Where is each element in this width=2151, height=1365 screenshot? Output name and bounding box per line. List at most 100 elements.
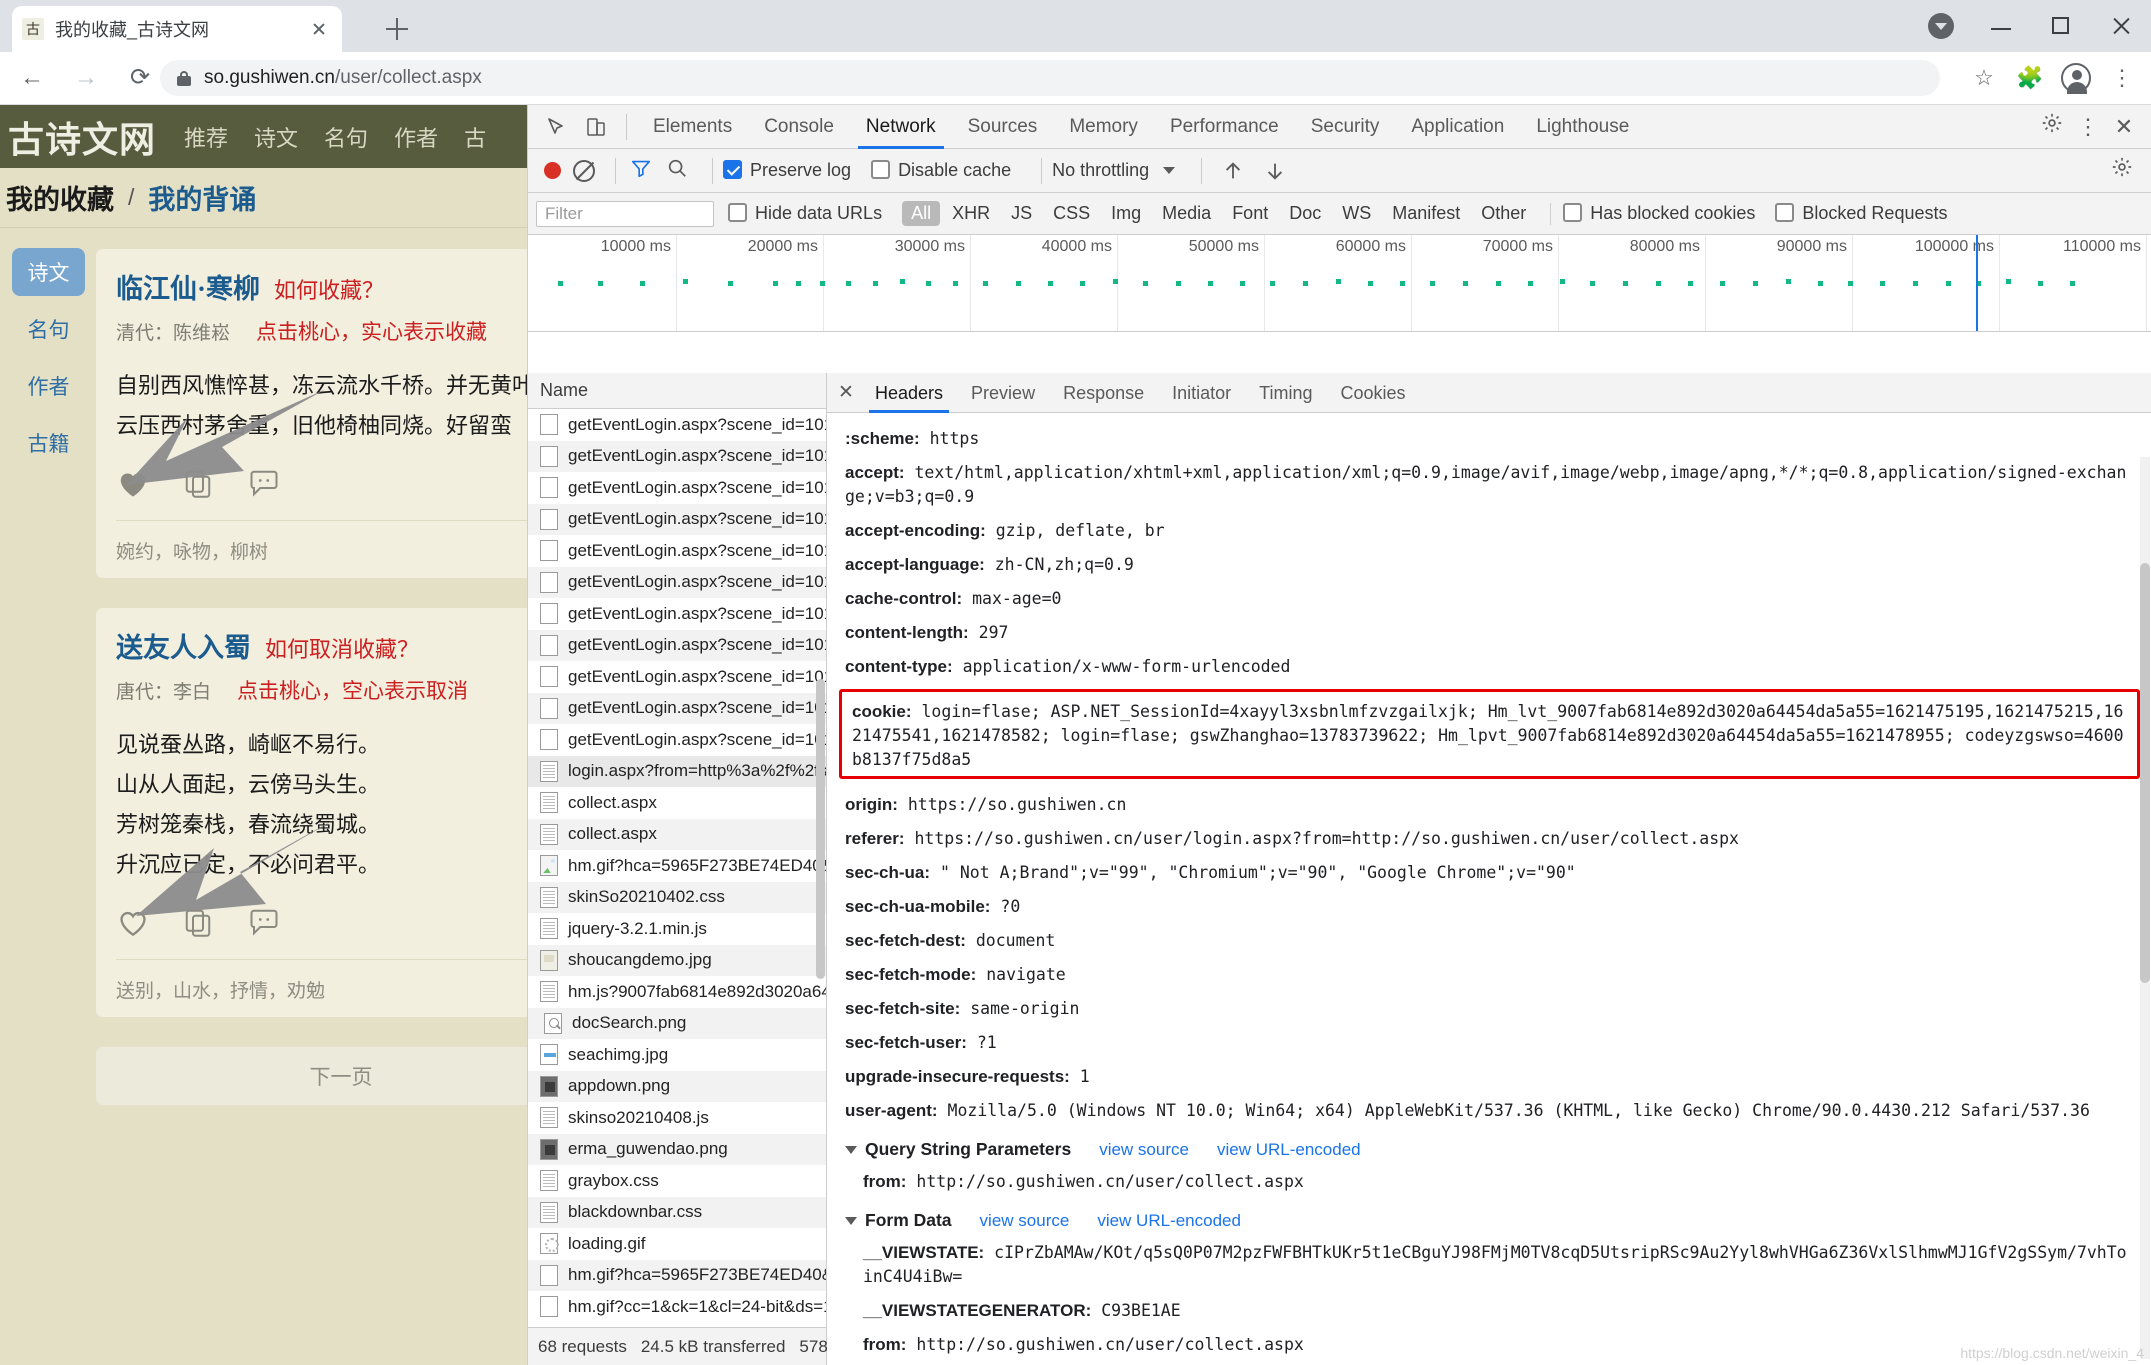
request-row[interactable]: getEventLogin.aspx?scene_id=101207771 [528, 503, 826, 535]
record-button[interactable] [544, 162, 561, 179]
query-string-section-title[interactable]: Query String Parameters view source view… [845, 1139, 2134, 1160]
back-icon[interactable]: ← [10, 56, 54, 100]
has-blocked-cookies-checkbox[interactable] [1563, 203, 1583, 222]
request-list-header[interactable]: Name [528, 373, 826, 409]
device-toolbar-icon[interactable] [579, 110, 613, 144]
request-row[interactable]: login.aspx?from=http%3a%2f%2fso.gushiw [528, 755, 826, 787]
request-row[interactable]: getEventLogin.aspx?scene_id=101207771 [528, 661, 826, 693]
sidebar-item-mingju[interactable]: 名句 [12, 305, 85, 353]
detail-tab-initiator[interactable]: Initiator [1158, 373, 1245, 413]
breadcrumb-link-recitation[interactable]: 我的背诵 [148, 178, 256, 217]
triangle-down-icon[interactable] [845, 1216, 857, 1225]
preserve-log-toggle[interactable]: Preserve log [723, 160, 851, 181]
new-tab-button[interactable] [380, 12, 414, 46]
request-row[interactable]: loading.gif [528, 1228, 826, 1260]
tab-memory[interactable]: Memory [1053, 105, 1154, 149]
hide-data-urls-toggle[interactable]: Hide data URLs [728, 203, 882, 224]
request-row[interactable]: getEventLogin.aspx?scene_id=101207771 [528, 535, 826, 567]
filter-type-doc[interactable]: Doc [1280, 201, 1330, 226]
triangle-down-icon[interactable] [845, 1145, 857, 1154]
kebab-menu-icon[interactable]: ⋮ [2099, 56, 2145, 100]
filter-type-font[interactable]: Font [1223, 201, 1277, 226]
site-nav-item-2[interactable]: 名句 [324, 121, 368, 153]
filter-type-manifest[interactable]: Manifest [1383, 201, 1469, 226]
form-data-section-title[interactable]: Form Data view source view URL-encoded [845, 1210, 2134, 1231]
reload-icon[interactable]: ⟳ [118, 56, 162, 100]
disable-cache-checkbox[interactable] [871, 160, 891, 179]
request-row[interactable]: hm.gif?cc=1&ck=1&cl=24-bit&ds=1440x9 [528, 1291, 826, 1323]
gear-icon[interactable] [2034, 109, 2070, 145]
detail-tab-response[interactable]: Response [1049, 373, 1158, 413]
copy-icon[interactable] [182, 468, 222, 502]
request-list-scrollbar[interactable] [816, 679, 825, 979]
headers-body[interactable]: :scheme: https accept: text/html,applica… [827, 413, 2151, 1365]
detail-tab-preview[interactable]: Preview [957, 373, 1049, 413]
request-row[interactable]: hm.gif?hca=5965F273BE74ED40&cc=1&ck [528, 850, 826, 882]
chevron-down-icon[interactable] [1163, 167, 1176, 174]
detail-tab-headers[interactable]: Headers [861, 373, 957, 413]
request-row[interactable]: hm.js?9007fab6814e892d3020a64454da5a5 [528, 976, 826, 1008]
export-har-icon[interactable] [1258, 154, 1292, 188]
request-row[interactable]: jquery-3.2.1.min.js [528, 913, 826, 945]
request-row[interactable]: getEventLogin.aspx?scene_id=101207771 [528, 440, 826, 472]
filter-icon[interactable] [630, 157, 652, 184]
maximize-button[interactable] [2031, 0, 2091, 52]
detail-scrollbar-thumb[interactable] [2140, 563, 2150, 983]
request-row[interactable]: getEventLogin.aspx?scene_id=101207771 [528, 724, 826, 756]
sidebar-item-zuozhe[interactable]: 作者 [12, 362, 85, 410]
tab-network[interactable]: Network [850, 105, 952, 149]
request-row[interactable]: getEventLogin.aspx?scene_id=101207771 [528, 598, 826, 630]
sidebar-item-guji[interactable]: 古籍 [12, 419, 85, 467]
request-row[interactable]: seachimg.jpg [528, 1039, 826, 1071]
close-window-button[interactable] [2091, 0, 2151, 52]
comment-icon[interactable] [248, 468, 288, 502]
heart-filled-icon[interactable] [116, 468, 156, 502]
filter-type-css[interactable]: CSS [1044, 201, 1099, 226]
forward-icon[interactable]: → [64, 56, 108, 100]
request-row[interactable]: skinso20210408.js [528, 1102, 826, 1134]
request-row[interactable]: collect.aspx [528, 787, 826, 819]
sidebar-item-shiwen[interactable]: 诗文 [12, 248, 85, 296]
poem-title[interactable]: 送友人入蜀 [116, 626, 251, 665]
bookmark-star-icon[interactable]: ☆ [1961, 56, 2007, 100]
filter-type-img[interactable]: Img [1102, 201, 1150, 226]
query-view-source-link[interactable]: view source [1099, 1140, 1189, 1160]
network-settings-gear-icon[interactable] [2104, 153, 2151, 189]
blocked-requests-checkbox[interactable] [1775, 203, 1795, 222]
hide-data-urls-checkbox[interactable] [728, 203, 747, 222]
address-bar[interactable]: so.gushiwen.cn/user/collect.aspx [160, 60, 1940, 96]
disable-cache-toggle[interactable]: Disable cache [871, 160, 1011, 181]
form-view-url-encoded-link[interactable]: view URL-encoded [1097, 1211, 1241, 1231]
site-nav-item-1[interactable]: 诗文 [254, 121, 298, 153]
browser-tab[interactable]: 古 我的收藏_古诗文网 [12, 6, 342, 52]
next-page-button[interactable]: 下一页 [95, 1046, 527, 1106]
request-row[interactable]: docSearch.png [528, 1007, 826, 1039]
poem-tags[interactable]: 婉约，咏物，柳树 [116, 520, 527, 564]
request-row[interactable]: collect.aspx [528, 818, 826, 850]
site-logo[interactable]: 古诗文网 [8, 111, 156, 163]
tab-console[interactable]: Console [748, 105, 850, 149]
tab-application[interactable]: Application [1395, 105, 1520, 149]
request-row[interactable]: shoucangdemo.jpg [528, 944, 826, 976]
site-nav-item-3[interactable]: 作者 [394, 121, 438, 153]
copy-icon[interactable] [182, 907, 222, 941]
tab-sources[interactable]: Sources [952, 105, 1054, 149]
comment-icon[interactable] [248, 907, 288, 941]
detail-tab-timing[interactable]: Timing [1245, 373, 1326, 413]
preserve-log-checkbox[interactable] [723, 160, 742, 179]
tab-security[interactable]: Security [1295, 105, 1396, 149]
filter-type-xhr[interactable]: XHR [943, 201, 999, 226]
detail-tab-cookies[interactable]: Cookies [1327, 373, 1420, 413]
filter-input[interactable]: Filter [536, 200, 714, 227]
close-devtools-icon[interactable]: ✕ [2106, 109, 2142, 145]
request-row[interactable]: getEventLogin.aspx?scene_id=101207771 [528, 472, 826, 504]
extensions-icon[interactable]: 🧩 [2007, 56, 2053, 100]
tab-lighthouse[interactable]: Lighthouse [1520, 105, 1645, 149]
filter-type-other[interactable]: Other [1472, 201, 1535, 226]
request-row[interactable]: graybox.css [528, 1165, 826, 1197]
chrome-update-icon[interactable] [1911, 0, 1971, 52]
request-row[interactable]: getEventLogin.aspx?scene_id=101207771 [528, 409, 826, 441]
filter-type-ws[interactable]: WS [1333, 201, 1380, 226]
request-row[interactable]: getEventLogin.aspx?scene_id=101207771 [528, 692, 826, 724]
request-rows[interactable]: getEventLogin.aspx?scene_id=101207771get… [528, 409, 826, 1327]
